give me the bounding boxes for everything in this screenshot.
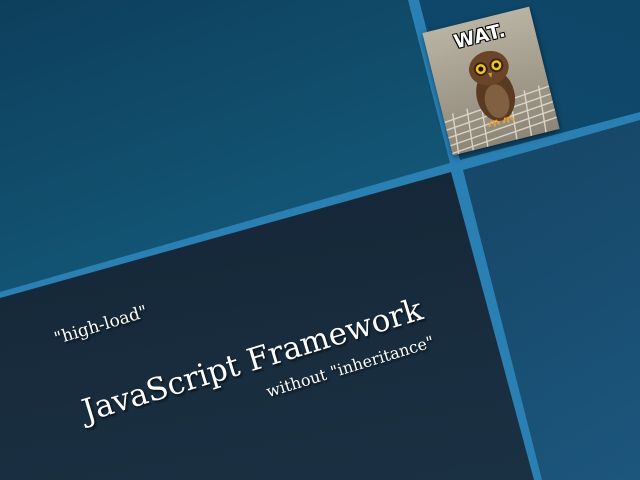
slide: WAT. "high-load" JavaScript Framework wi… [0, 0, 640, 480]
